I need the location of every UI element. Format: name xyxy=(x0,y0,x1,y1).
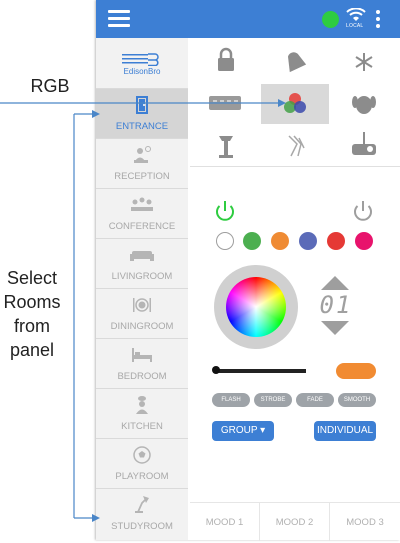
logo-text: EdisonBro xyxy=(123,67,161,76)
bed-icon xyxy=(132,348,152,362)
grid-divider xyxy=(190,166,400,167)
menu-icon[interactable] xyxy=(108,10,130,28)
door-icon xyxy=(136,96,148,114)
device-ac[interactable] xyxy=(330,42,398,82)
room-label: BEDROOM xyxy=(117,371,167,382)
annotation-line: panel xyxy=(9,340,55,360)
pet-icon xyxy=(352,96,376,114)
mood-button-1[interactable]: MOOD 1 xyxy=(190,503,260,541)
mood-bar: MOOD 1 MOOD 2 MOOD 3 xyxy=(190,502,400,541)
room-label: CONFERENCE xyxy=(108,221,176,232)
ac-snowflake-icon xyxy=(355,53,373,71)
room-item-livingroom[interactable]: LIVINGROOM xyxy=(96,238,188,288)
rgb-icon xyxy=(284,93,306,113)
dining-icon xyxy=(133,298,151,312)
room-item-studyroom[interactable]: STUDYROOM xyxy=(96,488,188,538)
annotation-line: from xyxy=(14,316,50,336)
annotation-line: Rooms xyxy=(3,292,61,312)
color-wheel[interactable] xyxy=(214,265,298,349)
lamp-icon xyxy=(219,136,233,158)
select-rooms-annotation: Select Rooms from panel xyxy=(0,266,64,362)
slider-knob[interactable] xyxy=(212,366,220,374)
device-hdmi-switch[interactable] xyxy=(192,84,260,124)
device-lamp[interactable] xyxy=(192,126,260,166)
room-item-conference[interactable]: CONFERENCE xyxy=(96,188,188,238)
color-swatch-red[interactable] xyxy=(327,232,345,250)
chef-icon xyxy=(136,396,148,414)
bell-icon xyxy=(287,52,307,73)
sofa-icon xyxy=(130,251,154,261)
brightness-slider[interactable] xyxy=(214,369,306,373)
curtain-icon xyxy=(288,135,305,157)
device-rgb[interactable] xyxy=(261,84,329,124)
wifi-label: LOCAL xyxy=(346,23,364,29)
conference-icon xyxy=(131,197,153,211)
power-off-icon[interactable] xyxy=(351,199,375,223)
room-item-playroom[interactable]: PLAYROOM xyxy=(96,438,188,488)
soccer-ball-icon xyxy=(133,446,151,464)
room-label: ENTRANCE xyxy=(115,121,169,132)
room-label: LIVINGROOM xyxy=(111,271,173,282)
hdmi-switch-icon xyxy=(209,96,241,110)
device-curtain[interactable] xyxy=(261,126,329,166)
room-label: PLAYROOM xyxy=(115,471,169,482)
room-item-kitchen[interactable]: KITCHEN xyxy=(96,388,188,438)
device-lock[interactable] xyxy=(192,42,260,82)
top-bar: LOCAL xyxy=(96,0,400,38)
device-pet[interactable] xyxy=(330,84,398,124)
room-sidebar: EdisonBro ENTRANCE RECEPTION CONFERENCE … xyxy=(96,38,188,540)
room-label: DININGROOM xyxy=(110,321,174,332)
power-on-icon[interactable] xyxy=(213,199,237,223)
group-button[interactable]: GROUP ▾ xyxy=(212,421,274,441)
projector-icon xyxy=(352,132,376,155)
more-options-icon[interactable] xyxy=(376,10,380,31)
individual-button[interactable]: INDIVIDUAL xyxy=(314,421,376,441)
arrow-down-icon[interactable] xyxy=(321,321,349,335)
logo: EdisonBro xyxy=(96,38,188,88)
room-item-diningroom[interactable]: DININGROOM xyxy=(96,288,188,338)
desk-lamp-icon xyxy=(135,496,149,513)
arrow-up-icon[interactable] xyxy=(321,276,349,290)
room-item-reception[interactable]: RECEPTION xyxy=(96,138,188,188)
mood-button-3[interactable]: MOOD 3 xyxy=(330,503,400,541)
rgb-annotation: RGB xyxy=(30,76,70,96)
mode-flash[interactable]: FLASH xyxy=(212,393,250,407)
mode-smooth[interactable]: SMOOTH xyxy=(338,393,376,407)
device-projector[interactable] xyxy=(330,126,398,166)
color-swatch-orange[interactable] xyxy=(271,232,289,250)
color-swatch-pink[interactable] xyxy=(355,232,373,250)
segment-display: 01 xyxy=(319,291,353,319)
room-label: STUDYROOM xyxy=(111,521,173,532)
mode-strobe[interactable]: STROBE xyxy=(254,393,292,407)
color-swatch-white[interactable] xyxy=(216,232,234,250)
room-item-entrance[interactable]: ENTRANCE xyxy=(96,88,188,138)
lock-icon xyxy=(218,47,234,71)
room-item-bedroom[interactable]: BEDROOM xyxy=(96,338,188,388)
receptionist-icon xyxy=(134,146,151,163)
device-grid xyxy=(190,40,400,166)
room-label: KITCHEN xyxy=(121,421,163,432)
color-swatch-blue[interactable] xyxy=(299,232,317,250)
annotation-line: Select xyxy=(6,268,58,288)
wifi-icon: LOCAL xyxy=(346,7,366,32)
mode-fade[interactable]: FADE xyxy=(296,393,334,407)
room-label: RECEPTION xyxy=(114,171,170,182)
group-label: GROUP xyxy=(220,425,258,436)
color-swatch-green[interactable] xyxy=(243,232,261,250)
mood-button-2[interactable]: MOOD 2 xyxy=(260,503,330,541)
device-bell[interactable] xyxy=(261,42,329,82)
app-screen: LOCAL EdisonBro ENTRANCE RECEPTION CONFE… xyxy=(96,0,400,541)
caret-down-icon: ▾ xyxy=(257,425,266,436)
rgb-toggle[interactable] xyxy=(336,363,376,379)
connection-status-indicator xyxy=(322,11,339,28)
